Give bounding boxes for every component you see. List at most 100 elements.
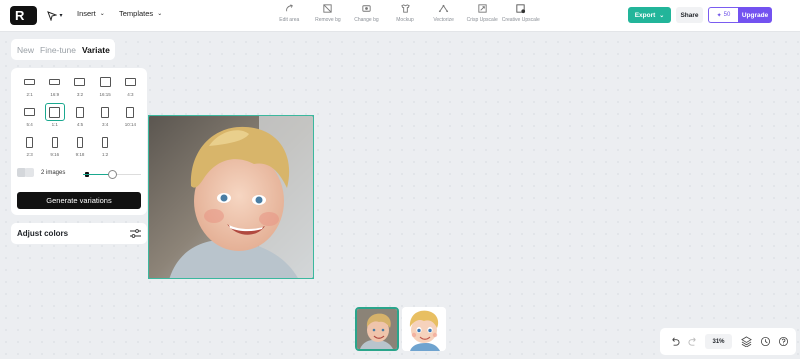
image-count-label: 2 images xyxy=(41,170,66,176)
chevron-down-icon: ⌄ xyxy=(659,12,665,19)
crisp-upscale-icon xyxy=(478,4,487,13)
tool-label: Edit area xyxy=(279,17,300,23)
chevron-down-icon: ▾ xyxy=(59,13,63,19)
tool-mockup[interactable]: Mockup xyxy=(386,3,425,29)
tool-edit-area[interactable]: Edit area xyxy=(270,3,309,29)
aspect-ratio-label: 1:2 xyxy=(102,152,109,157)
ratio-shape xyxy=(126,106,135,118)
resize-handle[interactable] xyxy=(312,277,313,278)
portrait-photo xyxy=(149,116,313,278)
tool-label: Crisp Upscale xyxy=(466,17,498,23)
credits-value: 50 xyxy=(723,12,731,18)
resize-handle[interactable] xyxy=(149,277,150,278)
chevron-down-icon: ⌄ xyxy=(157,11,163,17)
variate-panel: 2:1 16:9 3:2 16:15 4:3 5:4 1:1 4:5 3:4 10:14 2:3 9:… xyxy=(11,68,147,215)
aspect-ratio-option[interactable]: 3:4 xyxy=(93,104,118,129)
aspect-ratio-option[interactable]: 10:14 xyxy=(118,104,143,129)
tab-new[interactable]: New xyxy=(17,45,34,55)
mockup-icon xyxy=(400,4,410,13)
aspect-ratio-icon xyxy=(44,103,65,121)
zoom-level[interactable]: 31% xyxy=(705,334,732,349)
aspect-ratio-label: 16:15 xyxy=(99,92,111,97)
bottom-toolbar: 31% xyxy=(660,328,796,355)
ratio-shape xyxy=(99,76,111,88)
redo-icon[interactable] xyxy=(688,336,699,347)
select-tool-button[interactable]: ▾ xyxy=(42,6,68,25)
thumbnail-photo xyxy=(357,309,397,349)
creative-upscale-icon xyxy=(516,4,526,14)
aspect-ratio-icon xyxy=(121,104,139,120)
insert-menu[interactable]: Insert ⌄ xyxy=(77,9,105,18)
generate-variations-button[interactable]: Generate variations xyxy=(17,192,141,209)
aspect-ratio-icon xyxy=(46,134,64,150)
adjust-colors-label: Adjust colors xyxy=(17,229,69,238)
aspect-ratio-icon xyxy=(96,74,114,90)
logo-letter: R xyxy=(15,8,25,23)
thumbnail-cartoon xyxy=(402,307,446,351)
ratio-shape xyxy=(24,107,36,117)
resize-handle[interactable] xyxy=(312,116,313,117)
aspect-ratio-icon xyxy=(21,74,39,90)
templates-menu[interactable]: Templates ⌄ xyxy=(119,9,162,18)
sliders-icon[interactable] xyxy=(130,229,141,238)
ratio-shape xyxy=(124,77,136,87)
variation-thumbnail[interactable] xyxy=(355,307,399,351)
aspect-ratio-option[interactable]: 16:15 xyxy=(93,74,118,99)
ratio-shape xyxy=(49,78,61,86)
history-icon[interactable] xyxy=(760,336,771,347)
aspect-ratio-option[interactable]: 3:2 xyxy=(67,74,92,99)
aspect-ratio-icon xyxy=(21,104,39,120)
aspect-ratio-icon xyxy=(46,74,64,90)
adjust-colors-section[interactable]: Adjust colors xyxy=(11,223,147,244)
aspect-ratio-option[interactable]: 5:4 xyxy=(17,104,42,129)
undo-icon[interactable] xyxy=(669,336,680,347)
app-logo[interactable]: R ▾ xyxy=(10,6,44,25)
share-button[interactable]: Share xyxy=(676,7,703,23)
sparkle-icon: ✦ xyxy=(716,12,722,19)
aspect-ratio-option[interactable]: 1:2 xyxy=(93,134,118,159)
aspect-ratio-option[interactable]: 2:3 xyxy=(17,134,42,159)
slider-handle[interactable] xyxy=(107,170,117,179)
remove-bg-icon xyxy=(323,4,332,13)
variation-thumbnail[interactable] xyxy=(402,307,446,351)
tool-remove-bg[interactable]: Remove bg xyxy=(309,3,348,29)
tool-change-bg[interactable]: Change bg xyxy=(347,3,386,29)
aspect-ratio-label: 3:2 xyxy=(76,92,84,97)
tool-crisp-upscale[interactable]: Crisp Upscale xyxy=(463,3,502,29)
aspect-ratio-icon xyxy=(96,104,114,120)
tool-label: Change bg xyxy=(354,17,379,23)
tool-vectorize[interactable]: Vectorize xyxy=(424,3,463,29)
aspect-ratio-option[interactable]: 1:1 xyxy=(42,103,67,129)
aspect-ratio-option[interactable]: 4:3 xyxy=(118,74,143,99)
images-icon xyxy=(17,168,35,178)
ratio-shape xyxy=(24,79,36,85)
tool-row: Edit area Remove bg Change bg Mockup Vec… xyxy=(270,3,540,29)
canvas-image[interactable] xyxy=(148,115,314,279)
aspect-ratio-label: 5:4 xyxy=(26,122,33,127)
aspect-ratio-option[interactable]: 16:9 xyxy=(42,74,67,99)
aspect-ratio-icon xyxy=(71,74,89,90)
aspect-ratio-option[interactable]: 9:18 xyxy=(67,134,92,159)
aspect-ratio-option[interactable]: 2:1 xyxy=(17,74,42,99)
help-icon[interactable] xyxy=(778,336,789,347)
aspect-ratio-icon xyxy=(121,74,139,90)
aspect-ratio-option[interactable]: 4:5 xyxy=(67,104,92,129)
tool-creative-upscale[interactable]: Creative Upscale xyxy=(501,3,540,29)
ratio-shape xyxy=(74,78,86,86)
share-label: Share xyxy=(680,11,699,19)
aspect-ratio-label: 9:16 xyxy=(50,152,60,157)
tool-label: Creative Upscale xyxy=(501,17,540,23)
export-button[interactable]: Export ⌄ xyxy=(628,7,671,23)
aspect-ratio-option[interactable]: 9:16 xyxy=(42,134,67,159)
ratio-shape xyxy=(25,136,34,148)
aspect-ratio-label: 10:14 xyxy=(124,122,136,127)
tab-fine-tune[interactable]: Fine-tune xyxy=(40,45,76,55)
aspect-ratio-label: 2:1 xyxy=(26,92,33,97)
ratio-shape xyxy=(51,136,58,148)
upgrade-label: Upgrade xyxy=(741,11,769,19)
layers-icon[interactable] xyxy=(741,336,752,347)
credits-counter[interactable]: ✦ 50 xyxy=(708,7,738,23)
tab-variate[interactable]: Variate xyxy=(82,45,110,55)
aspect-ratio-label: 9:18 xyxy=(75,152,85,157)
upgrade-button[interactable]: Upgrade xyxy=(738,7,772,23)
